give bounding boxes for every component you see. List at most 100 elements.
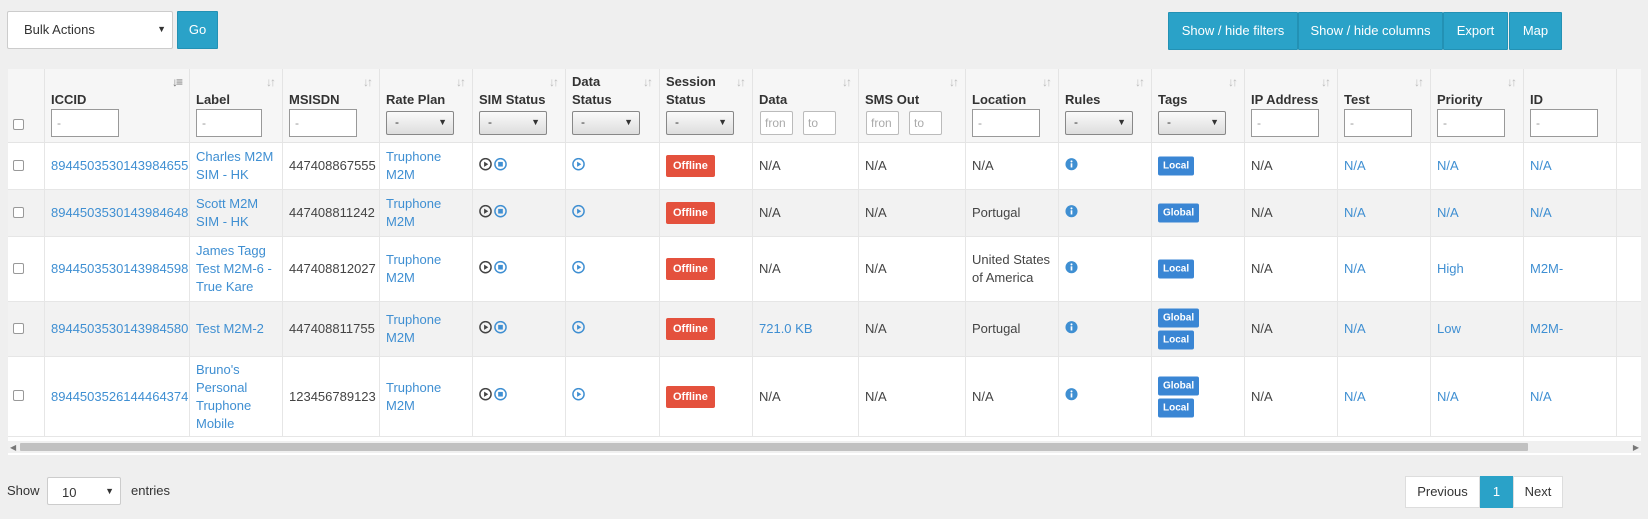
next-page-button[interactable]: Next — [1513, 476, 1563, 508]
play-circle-icon[interactable] — [572, 260, 585, 278]
data-from-input[interactable]: fron — [760, 111, 793, 135]
sort-arrows-icon[interactable]: ↓↑ — [949, 75, 959, 89]
header-id[interactable]: ID - — [1524, 69, 1617, 143]
info-circle-icon[interactable] — [1065, 157, 1078, 175]
id-filter-input[interactable]: - — [1530, 109, 1598, 137]
sort-arrows-icon[interactable]: ↓↑ — [456, 75, 466, 89]
rate-plan-value[interactable]: Truphone M2M — [386, 149, 441, 182]
test-value[interactable]: N/A — [1344, 158, 1366, 173]
rate-plan-value[interactable]: Truphone M2M — [386, 196, 441, 229]
table-row[interactable]: 8944503530143984598 James Tagg Test M2M-6… — [8, 237, 1641, 302]
test-value[interactable]: N/A — [1344, 321, 1366, 336]
scroll-right-icon[interactable]: ▶ — [1633, 443, 1639, 452]
select-all-checkbox[interactable] — [13, 119, 24, 130]
test-value[interactable]: N/A — [1344, 389, 1366, 404]
sort-arrows-icon[interactable]: ↓↑ — [1135, 75, 1145, 89]
sort-arrows-icon[interactable]: ↓↑ — [1414, 75, 1424, 89]
iccid-filter-input[interactable]: - — [51, 109, 119, 137]
sort-arrows-icon[interactable]: ↓↑ — [842, 75, 852, 89]
sms-out-from-input[interactable]: fron — [866, 111, 899, 135]
sort-arrows-icon[interactable]: ↓↑ — [736, 75, 746, 89]
iccid-value[interactable]: 8944503530143984580 — [51, 321, 188, 336]
table-row[interactable]: 8944503530143984655 Charles M2M SIM - HK 4… — [8, 143, 1641, 190]
tag-badge[interactable]: Local — [1158, 156, 1195, 176]
rate-plan-value[interactable]: Truphone M2M — [386, 380, 441, 413]
label-value[interactable]: Test M2M-2 — [196, 321, 264, 336]
scroll-left-icon[interactable]: ◀ — [10, 443, 16, 452]
play-circle-icon[interactable] — [479, 387, 492, 406]
rules-filter-select[interactable]: - ▼ — [1065, 111, 1133, 135]
label-value[interactable]: James Tagg Test M2M-6 - True Kare — [196, 243, 272, 294]
priority-value[interactable]: Low — [1437, 321, 1461, 336]
sim-status-filter-select[interactable]: - ▼ — [479, 111, 547, 135]
sort-arrows-icon[interactable]: ↓↑ — [1321, 75, 1331, 89]
header-test[interactable]: Test ↓↑ - — [1338, 69, 1431, 143]
scrollbar-thumb[interactable] — [20, 443, 1528, 451]
header-ip-address[interactable]: IP Address ↓↑ - — [1245, 69, 1338, 143]
id-value[interactable]: M2M- — [1530, 321, 1563, 336]
rate-plan-filter-select[interactable]: - ▼ — [386, 111, 454, 135]
play-circle-icon[interactable] — [572, 204, 585, 222]
iccid-value[interactable]: 8944503530143984655 — [51, 158, 188, 173]
table-row[interactable]: 8944503530143984648 Scott M2M SIM - HK 447… — [8, 190, 1641, 237]
export-button[interactable]: Export — [1443, 12, 1508, 50]
table-row[interactable]: 8944503530143984580 Test M2M-2 44740881175… — [8, 302, 1641, 357]
data-value[interactable]: 721.0 KB — [759, 321, 813, 336]
iccid-value[interactable]: 8944503530143984648 — [51, 205, 188, 220]
label-value[interactable]: Bruno's Personal Truphone Mobile — [196, 362, 251, 431]
stop-circle-icon[interactable] — [494, 387, 507, 406]
id-value[interactable]: N/A — [1530, 205, 1552, 220]
tag-badge[interactable]: Local — [1158, 330, 1195, 350]
header-sim-status[interactable]: SIM Status ↓↑ - ▼ — [473, 69, 566, 143]
tag-badge[interactable]: Local — [1158, 259, 1195, 279]
tag-badge[interactable]: Global — [1158, 203, 1200, 223]
info-circle-icon[interactable] — [1065, 204, 1078, 222]
label-value[interactable]: Scott M2M SIM - HK — [196, 196, 258, 229]
header-label[interactable]: Label ↓↑ - — [190, 69, 283, 143]
show-hide-columns-button[interactable]: Show / hide columns — [1298, 12, 1443, 50]
map-button[interactable]: Map — [1509, 12, 1562, 50]
tag-badge[interactable]: Global — [1158, 308, 1200, 328]
label-value[interactable]: Charles M2M SIM - HK — [196, 149, 273, 182]
play-circle-icon[interactable] — [572, 320, 585, 338]
rate-plan-value[interactable]: Truphone M2M — [386, 252, 441, 285]
iccid-value[interactable]: 8944503526144464374 — [51, 389, 188, 404]
play-circle-icon[interactable] — [572, 157, 585, 175]
sort-arrows-icon[interactable]: ↓↑ — [643, 75, 653, 89]
sort-arrows-icon[interactable]: ↓↑ — [1042, 75, 1052, 89]
test-value[interactable]: N/A — [1344, 205, 1366, 220]
rate-plan-value[interactable]: Truphone M2M — [386, 312, 441, 345]
play-circle-icon[interactable] — [479, 204, 492, 222]
go-button[interactable]: Go — [177, 11, 218, 49]
location-filter-input[interactable]: - — [972, 109, 1040, 137]
info-circle-icon[interactable] — [1065, 260, 1078, 278]
stop-circle-icon[interactable] — [494, 260, 507, 278]
iccid-value[interactable]: 8944503530143984598 — [51, 261, 188, 276]
priority-value[interactable]: High — [1437, 261, 1464, 276]
header-iccid[interactable]: ICCID ↓≡ - — [45, 69, 190, 143]
header-priority[interactable]: Priority ↓↑ - — [1431, 69, 1524, 143]
bulk-actions-select[interactable]: Bulk Actions ▼ — [7, 11, 173, 49]
sort-arrows-icon[interactable]: ↓↑ — [1507, 75, 1517, 89]
sort-arrows-icon[interactable]: ↓↑ — [1228, 75, 1238, 89]
id-value[interactable]: M2M- — [1530, 261, 1563, 276]
data-status-filter-select[interactable]: - ▼ — [572, 111, 640, 135]
sms-out-to-input[interactable]: to — [909, 111, 942, 135]
play-circle-icon[interactable] — [479, 260, 492, 278]
header-data-status[interactable]: Data Status ↓↑ - ▼ — [566, 69, 660, 143]
row-checkbox[interactable] — [13, 159, 24, 171]
priority-value[interactable]: N/A — [1437, 389, 1459, 404]
header-tags[interactable]: Tags ↓↑ - ▼ — [1152, 69, 1245, 143]
table-row[interactable]: 8944503526144464374 Bruno's Personal Trup… — [8, 357, 1641, 437]
label-filter-input[interactable]: - — [196, 109, 262, 137]
header-rules[interactable]: Rules ↓↑ - ▼ — [1059, 69, 1152, 143]
priority-value[interactable]: N/A — [1437, 158, 1459, 173]
row-checkbox[interactable] — [13, 390, 24, 401]
stop-circle-icon[interactable] — [494, 204, 507, 222]
header-session-status[interactable]: Session Status ↓↑ - ▼ — [660, 69, 753, 143]
row-checkbox[interactable] — [13, 262, 24, 274]
data-to-input[interactable]: to — [803, 111, 836, 135]
info-circle-icon[interactable] — [1065, 320, 1078, 338]
row-checkbox[interactable] — [13, 206, 24, 218]
sort-arrows-icon[interactable]: ↓↑ — [266, 75, 276, 89]
